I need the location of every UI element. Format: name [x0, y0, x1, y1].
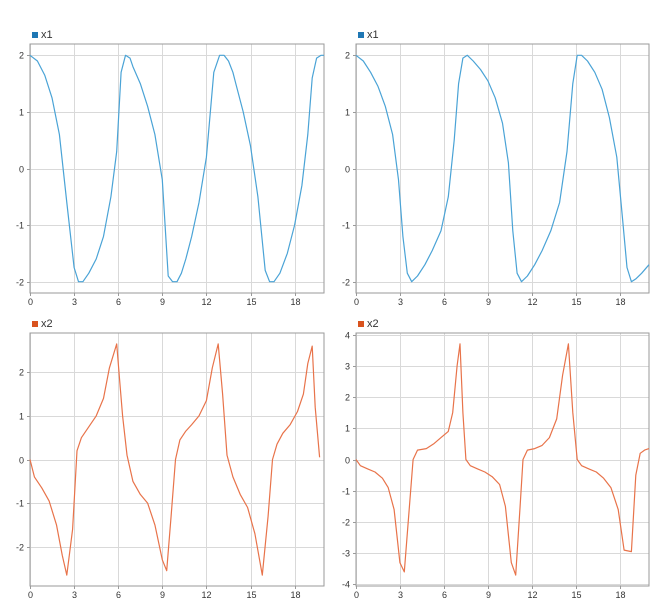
x-tick-label: 0 — [354, 590, 359, 600]
y-tick-label: 2 — [19, 51, 24, 61]
x-tick-label: 12 — [201, 297, 211, 307]
x-tick-label: 15 — [246, 590, 256, 600]
x-tick-label: 6 — [116, 590, 121, 600]
y-tick-label: -1 — [16, 499, 24, 509]
x-tick-label: 9 — [486, 297, 491, 307]
x-tick-label: 0 — [28, 297, 33, 307]
x-tick-label: 18 — [615, 297, 625, 307]
legend-label: x2 — [41, 318, 53, 330]
y-tick-label: 3 — [345, 362, 350, 372]
legend-swatch — [32, 32, 38, 38]
y-tick-label: 2 — [345, 51, 350, 61]
chart-panel-3: x20 3 6 9 12 15 18-2-1012 — [16, 318, 325, 600]
x-tick-label: 0 — [354, 297, 359, 307]
y-tick-label: 0 — [345, 165, 350, 175]
legend-swatch — [32, 321, 38, 327]
x-tick-label: 6 — [442, 590, 447, 600]
x-tick-label: 3 — [72, 590, 77, 600]
x-tick-label: 3 — [398, 297, 403, 307]
x-tick-label: 12 — [527, 297, 537, 307]
legend-swatch — [358, 32, 364, 38]
x-tick-label: 15 — [571, 590, 581, 600]
y-tick-label: 1 — [345, 108, 350, 118]
plot-area — [355, 43, 650, 294]
y-tick-label: 2 — [345, 393, 350, 403]
y-tick-label: -2 — [16, 543, 24, 553]
x-tick-label: 18 — [290, 590, 300, 600]
x-tick-label: 12 — [527, 590, 537, 600]
x-tick-label: 6 — [442, 297, 447, 307]
legend-swatch — [358, 321, 364, 327]
x-tick-label: 0 — [28, 590, 33, 600]
figure-canvas: x1 0 3 6 9 12 15 18 -2 -1 0 1 2 x1 0 3 6 9 12 15 18 -2 -1 0 1 2 x2… — [0, 0, 652, 600]
x-tick-label: 15 — [246, 297, 256, 307]
x-tick-label: 9 — [160, 590, 165, 600]
y-tick-label: 0 — [19, 456, 24, 466]
y-tick-label: -1 — [342, 221, 350, 231]
y-tick-label: -3 — [342, 549, 350, 559]
x-tick-label: 3 — [398, 590, 403, 600]
figure-svg: x10 3 6 9 12 15 18-2-1012x10 3 6 9 12 15 18-2-1012x2… — [16, 29, 650, 600]
y-tick-label: -1 — [16, 221, 24, 231]
x-tick-label: 18 — [615, 590, 625, 600]
x-tick-label: 15 — [571, 297, 581, 307]
x-tick-label: 9 — [160, 297, 165, 307]
y-tick-label: 1 — [19, 108, 24, 118]
x-tick-label: 3 — [72, 297, 77, 307]
y-tick-label: 1 — [19, 412, 24, 422]
y-tick-label: -2 — [342, 518, 350, 528]
y-tick-label: 2 — [19, 368, 24, 378]
chart-panel-4: x20 3 6 9 12 15 18-4-3-2-101234 — [342, 318, 650, 600]
y-tick-label: -4 — [342, 580, 350, 590]
legend-label: x1 — [367, 29, 379, 41]
x-tick-label: 6 — [116, 297, 121, 307]
chart-panel-1: x10 3 6 9 12 15 18-2-1012 — [16, 29, 325, 307]
y-tick-label: 0 — [19, 165, 24, 175]
y-tick-label: 4 — [345, 331, 350, 341]
y-tick-label: 0 — [345, 456, 350, 466]
y-tick-label: -1 — [342, 487, 350, 497]
y-tick-label: -2 — [16, 278, 24, 288]
legend-label: x2 — [367, 318, 379, 330]
y-tick-label: 1 — [345, 424, 350, 434]
chart-panel-2: x10 3 6 9 12 15 18-2-1012 — [342, 29, 650, 307]
y-tick-label: -2 — [342, 278, 350, 288]
x-tick-label: 9 — [486, 590, 491, 600]
x-tick-label: 12 — [201, 590, 211, 600]
legend-label: x1 — [41, 29, 53, 41]
plot-area — [355, 332, 650, 587]
x-tick-label: 18 — [290, 297, 300, 307]
